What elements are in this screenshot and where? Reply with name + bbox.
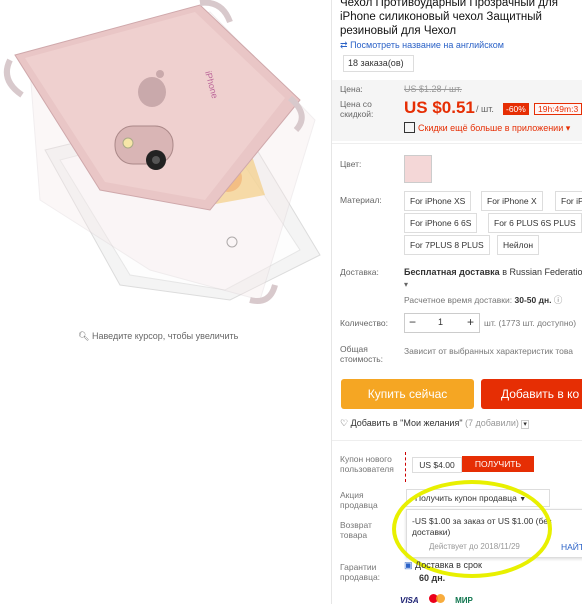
current-price: US $0.51 bbox=[404, 98, 475, 117]
countdown-timer: 19h:49m:3 bbox=[534, 103, 582, 115]
coupon-border bbox=[405, 452, 406, 482]
shipping-label: Доставка: bbox=[340, 267, 379, 277]
minus-button[interactable]: − bbox=[409, 315, 416, 329]
old-price: US $1.28 / шт. bbox=[404, 84, 462, 94]
material-option[interactable]: For iPhone 6 6S bbox=[404, 213, 478, 233]
guarantee-label: Гарантии продавца: bbox=[340, 562, 381, 582]
translate-icon: ⇄ bbox=[340, 40, 348, 50]
heart-icon: ♡ bbox=[340, 418, 349, 428]
zoom-hint: 🔍︎ Наведите курсор, чтобы увеличить bbox=[78, 331, 239, 341]
stock-available: шт. (1773 шт. доступно) bbox=[484, 318, 577, 328]
shield-icon: ▣ bbox=[404, 560, 413, 570]
quantity-input[interactable]: 1 bbox=[438, 317, 443, 327]
app-discount-link[interactable]: Скидки ещё больше в приложении ▾ bbox=[418, 123, 570, 134]
chevron-down-icon[interactable]: ▾ bbox=[404, 280, 408, 289]
guarantee-value: ▣ Доставка в срок bbox=[404, 560, 482, 570]
wishlist-link[interactable]: ♡ Добавить в "Мои желания" (7 добавили) … bbox=[340, 418, 529, 429]
divider bbox=[332, 143, 582, 144]
delivery-time: Расчетное время доставки: 30-50 дн. ⓘ bbox=[404, 295, 563, 305]
find-button[interactable]: НАЙТ bbox=[561, 542, 582, 552]
material-option[interactable]: Нейлон bbox=[497, 235, 540, 255]
discount-badge: -60% bbox=[503, 103, 529, 115]
divider bbox=[332, 440, 582, 441]
material-label: Материал: bbox=[340, 195, 382, 205]
price-label: Цена: bbox=[340, 84, 363, 94]
magnifier-icon: 🔍︎ bbox=[78, 331, 90, 341]
qr-code-icon bbox=[404, 122, 415, 133]
material-option[interactable]: For iPhone X bbox=[481, 191, 543, 211]
chevron-down-icon: ▾ bbox=[521, 420, 529, 429]
product-image[interactable]: iPhone bbox=[0, 0, 330, 330]
color-swatch-pink[interactable] bbox=[404, 155, 432, 183]
material-option[interactable]: For iP bbox=[555, 191, 582, 211]
seller-promo-label: Акция продавца bbox=[340, 490, 378, 510]
info-icon[interactable]: ⓘ bbox=[554, 295, 563, 305]
discount-price-label: Цена со скидкой: bbox=[340, 99, 374, 119]
return-label: Возврат товара bbox=[340, 520, 372, 540]
total-value: Зависит от выбранных характеристик това bbox=[404, 346, 574, 356]
material-option[interactable]: For iPhone XS bbox=[404, 191, 472, 211]
translate-link[interactable]: ⇄ Посмотреть название на английском bbox=[340, 40, 504, 51]
product-image-panel: iPhone 🔍︎ Наведите курсор, чтобы увеличи… bbox=[0, 0, 330, 604]
orders-count: 18 заказа(ов) bbox=[343, 55, 414, 72]
price-unit: / шт. bbox=[476, 104, 494, 114]
total-label: Общая стоимость: bbox=[340, 344, 384, 364]
get-coupon-button[interactable]: ПОЛУЧИТЬ bbox=[462, 456, 534, 472]
buy-now-button[interactable]: Купить сейчас bbox=[341, 379, 474, 409]
new-user-coupon-value: US $4.00 bbox=[412, 457, 462, 473]
shipping-info: Бесплатная доставка в Russian Federatio bbox=[404, 267, 582, 277]
new-user-coupon-label: Купон нового пользователя bbox=[340, 454, 394, 474]
add-to-cart-button[interactable]: Добавить в ко bbox=[481, 379, 582, 409]
chevron-down-icon: ▾ bbox=[565, 123, 571, 133]
guarantee-days: 60 дн. bbox=[419, 573, 446, 583]
material-option[interactable]: For 7PLUS 8 PLUS bbox=[404, 235, 490, 255]
quantity-stepper: − 1 + bbox=[404, 313, 480, 333]
payment-methods: VISA MC МИР bbox=[400, 594, 473, 605]
quantity-label: Количество: bbox=[340, 318, 389, 328]
material-option[interactable]: For 6 PLUS 6S PLUS bbox=[488, 213, 582, 233]
plus-button[interactable]: + bbox=[467, 315, 474, 329]
product-title: Чехол Противоударный Прозрачный для iPho… bbox=[340, 0, 558, 37]
color-label: Цвет: bbox=[340, 159, 362, 169]
mastercard-icon: MC bbox=[428, 594, 447, 603]
